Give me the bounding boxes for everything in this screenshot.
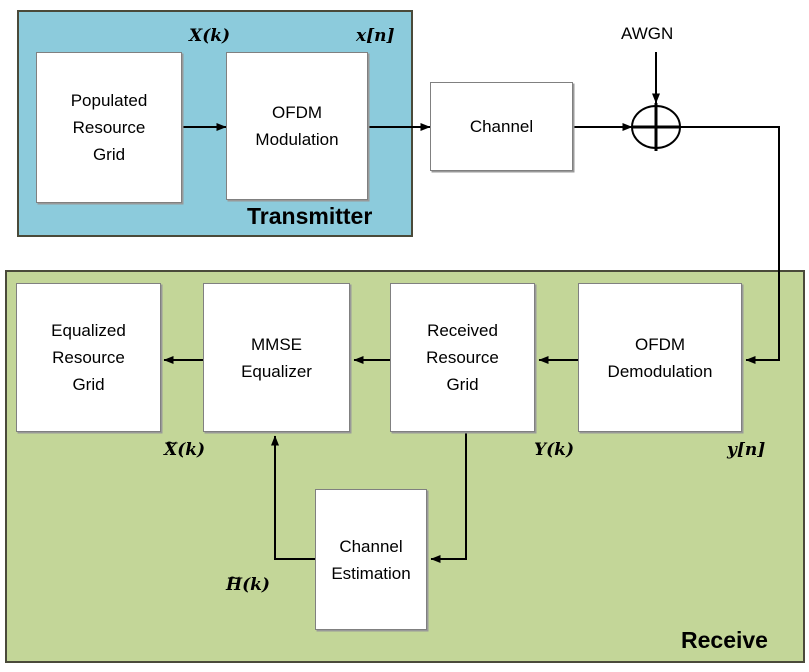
arrow-channel-estimation-to-equalizer [271, 435, 315, 560]
block-line: Demodulation [607, 361, 713, 381]
block-channel[interactable]: Channel [430, 82, 573, 171]
arrow-received-grid-to-channel-estimation [430, 432, 467, 563]
diagram-canvas: Populated Resource Grid OFDM Modulation … [0, 0, 809, 672]
signal-label-x-k: X(k) [189, 26, 231, 46]
block-line: Equalized [51, 321, 126, 340]
tilde-accent: ~ [164, 433, 179, 453]
summing-junction [631, 103, 681, 151]
block-line: Populated [70, 91, 148, 110]
receiver-label: Receive [681, 627, 768, 653]
block-line: Resource [72, 118, 146, 137]
block-line: OFDM [634, 334, 686, 354]
symbol-suffix: (k) [242, 575, 270, 595]
block-received-resource-grid[interactable]: Received Resource Grid [390, 283, 535, 432]
accented-symbol: ~ H [226, 570, 242, 595]
block-line: MMSE [251, 334, 302, 354]
block-line: Channel [469, 117, 534, 136]
signal-label-y-k: Y(k) [534, 440, 575, 460]
signal-label-x-n: x[n] [356, 26, 395, 46]
block-line: Resource [426, 348, 499, 367]
block-line: Grid [92, 145, 126, 164]
block-mmse-equalizer[interactable]: MMSE Equalizer [203, 283, 350, 432]
block-line: Grid [72, 375, 105, 394]
block-line: Estimation [331, 563, 411, 583]
signal-label-x-tilde-k: ~ X(k) [164, 435, 206, 460]
block-line: Received [427, 321, 498, 340]
symbol-suffix: (k) [177, 440, 206, 460]
accented-symbol: ~ X [164, 435, 178, 460]
block-populated-resource-grid[interactable]: Populated Resource Grid [36, 52, 182, 203]
block-equalized-resource-grid[interactable]: Equalized Resource Grid [16, 283, 161, 432]
block-line: Channel [339, 536, 403, 556]
block-line: OFDM [271, 103, 323, 122]
tilde-accent: ~ [227, 568, 242, 588]
block-channel-estimation[interactable]: Channel Estimation [315, 489, 427, 630]
block-line: Equalizer [241, 361, 312, 381]
block-line: Modulation [255, 130, 339, 149]
awgn-label: AWGN [621, 24, 674, 43]
signal-label-h-tilde-k: ~ H(k) [226, 570, 270, 595]
block-line: Grid [446, 375, 479, 394]
block-line: Resource [52, 348, 125, 367]
signal-label-y-n: y[n] [727, 440, 766, 460]
transmitter-label: Transmitter [247, 203, 373, 229]
block-ofdm-demodulation[interactable]: OFDM Demodulation [578, 283, 742, 432]
block-ofdm-modulation[interactable]: OFDM Modulation [226, 52, 368, 200]
